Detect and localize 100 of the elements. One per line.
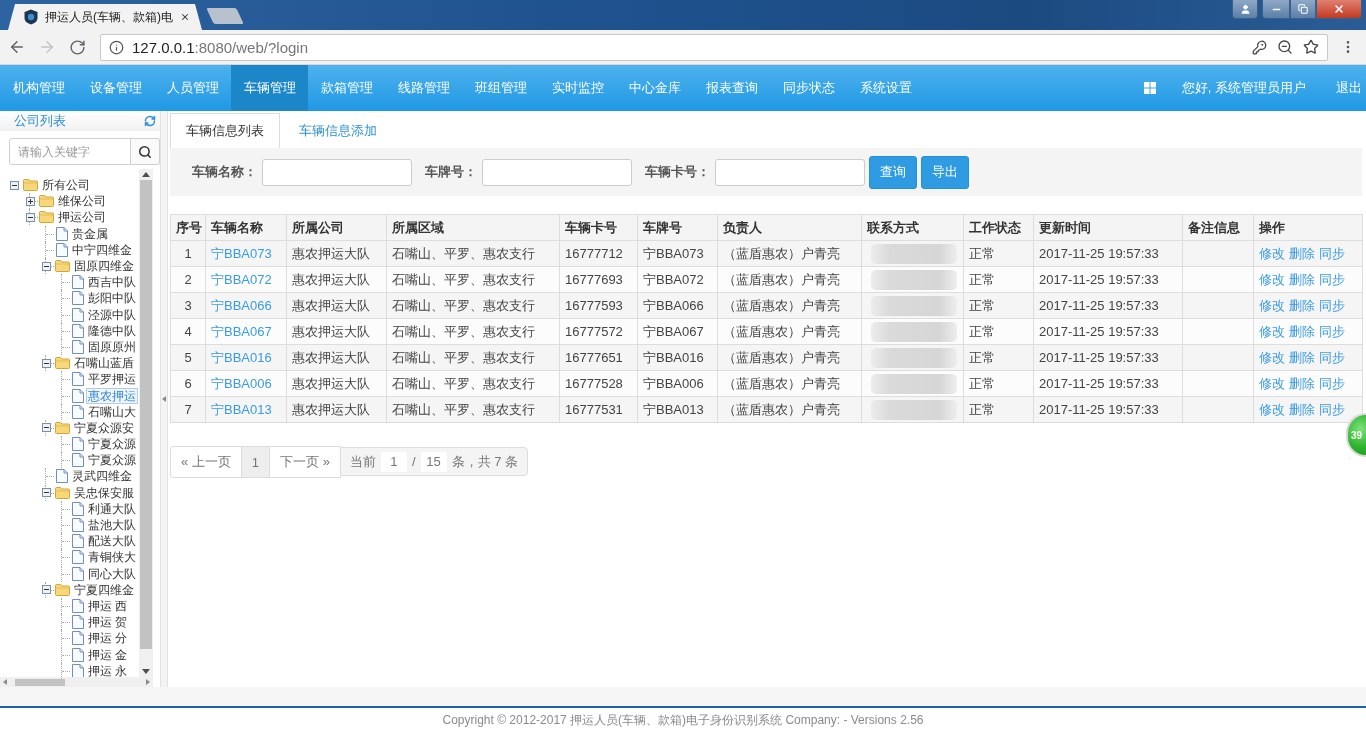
- nav-item[interactable]: 中心金库: [616, 65, 693, 111]
- action-link[interactable]: 修改: [1259, 374, 1285, 393]
- refresh-icon[interactable]: [144, 115, 156, 127]
- nav-item[interactable]: 班组管理: [462, 65, 539, 111]
- tree-item[interactable]: 押运 分: [86, 630, 130, 647]
- tree-item[interactable]: 泾源中队: [86, 306, 138, 323]
- tree-item[interactable]: 石嘴山蓝盾: [72, 355, 136, 372]
- tree-item[interactable]: 押运公司: [56, 209, 108, 226]
- action-link[interactable]: 修改: [1259, 270, 1285, 289]
- nav-item[interactable]: 车辆管理: [231, 65, 308, 111]
- page-button[interactable]: 1: [240, 446, 271, 478]
- collapse-arrow-icon[interactable]: [162, 396, 166, 402]
- minus-box-icon[interactable]: [41, 358, 51, 368]
- nav-item[interactable]: 线路管理: [385, 65, 462, 111]
- minus-box-icon[interactable]: [41, 488, 51, 498]
- search-button[interactable]: [131, 138, 160, 165]
- export-button[interactable]: 导出: [921, 155, 969, 189]
- tree-item[interactable]: 贵金属: [70, 225, 110, 242]
- minus-box-icon[interactable]: [25, 212, 35, 222]
- minus-box-icon[interactable]: [41, 585, 51, 595]
- minus-box-icon[interactable]: [9, 180, 19, 190]
- vertical-scrollbar[interactable]: [139, 169, 153, 677]
- reload-icon[interactable]: [68, 38, 86, 56]
- tree-item[interactable]: 青铜侠大: [86, 549, 138, 566]
- minus-box-icon[interactable]: [41, 423, 51, 433]
- action-link[interactable]: 修改: [1259, 348, 1285, 367]
- zoom-out-icon[interactable]: [1277, 39, 1293, 55]
- tab[interactable]: 车辆信息列表: [170, 113, 280, 148]
- nav-item[interactable]: 报表查询: [693, 65, 770, 111]
- action-link[interactable]: 修改: [1259, 296, 1285, 315]
- action-link[interactable]: 删除: [1289, 322, 1315, 341]
- action-link[interactable]: 删除: [1289, 270, 1315, 289]
- action-link[interactable]: 修改: [1259, 400, 1285, 419]
- action-link[interactable]: 删除: [1289, 400, 1315, 419]
- tree-item[interactable]: 西吉中队: [86, 274, 138, 291]
- nav-item[interactable]: 机构管理: [0, 65, 77, 111]
- plus-box-icon[interactable]: [25, 196, 35, 206]
- key-icon[interactable]: [1252, 39, 1267, 55]
- tree-item[interactable]: 押运 金: [86, 646, 130, 663]
- query-button[interactable]: 查询: [869, 155, 917, 189]
- tree-item[interactable]: 押运 永: [86, 662, 130, 679]
- tree-item[interactable]: 宁夏众源: [86, 436, 138, 453]
- nav-item[interactable]: 人员管理: [154, 65, 231, 111]
- minimize-button[interactable]: [1262, 0, 1290, 19]
- tree-item[interactable]: 宁夏众源: [86, 452, 138, 469]
- tree-item[interactable]: 隆德中队: [86, 322, 138, 339]
- action-link[interactable]: 删除: [1289, 244, 1315, 263]
- action-link[interactable]: 同步: [1319, 270, 1345, 289]
- tree-item[interactable]: 固原原州: [86, 338, 138, 355]
- action-link[interactable]: 同步: [1319, 244, 1345, 263]
- next-page-button[interactable]: 下一页 »: [269, 446, 341, 478]
- profile-button[interactable]: [1232, 0, 1258, 19]
- nav-item[interactable]: 同步状态: [770, 65, 847, 111]
- nav-item[interactable]: 设备管理: [77, 65, 154, 111]
- tree-item[interactable]: 宁夏众源安: [72, 419, 136, 436]
- tree-item[interactable]: 平罗押运: [86, 371, 138, 388]
- close-button[interactable]: [1316, 0, 1362, 19]
- tree-item[interactable]: 宁夏四维金: [72, 581, 136, 598]
- nav-item[interactable]: 款箱管理: [308, 65, 385, 111]
- action-link[interactable]: 同步: [1319, 296, 1345, 315]
- tree-item[interactable]: 维保公司: [56, 193, 108, 210]
- browser-tab[interactable]: 押运人员(车辆、款箱)电: [8, 4, 202, 30]
- tree-item[interactable]: 押运 贺: [86, 614, 130, 631]
- text-field[interactable]: [482, 158, 632, 186]
- page-size-field[interactable]: 15: [420, 451, 447, 472]
- action-link[interactable]: 同步: [1319, 348, 1345, 367]
- logout-link[interactable]: 退出: [1321, 65, 1366, 111]
- action-link[interactable]: 删除: [1289, 296, 1315, 315]
- tree-item[interactable]: 惠农押运: [86, 387, 138, 404]
- restore-button[interactable]: [1290, 0, 1316, 19]
- tree-item[interactable]: 灵武四维金: [70, 468, 134, 485]
- action-link[interactable]: 修改: [1259, 322, 1285, 341]
- page-field[interactable]: 1: [380, 451, 407, 472]
- address-field[interactable]: 127.0.0.1:8080/web/?login: [100, 33, 1328, 61]
- tree-item[interactable]: 吴忠保安服: [72, 484, 136, 501]
- new-tab-button[interactable]: [206, 8, 244, 24]
- action-link[interactable]: 修改: [1259, 244, 1285, 263]
- action-link[interactable]: 同步: [1319, 374, 1345, 393]
- nav-item[interactable]: 系统设置: [847, 65, 924, 111]
- tree-item[interactable]: 配送大队: [86, 533, 138, 550]
- user-greeting[interactable]: 您好, 系统管理员用户: [1168, 65, 1321, 111]
- tree-item[interactable]: 所有公司: [40, 177, 92, 194]
- tree-item[interactable]: 彭阳中队: [86, 290, 138, 307]
- nav-item[interactable]: 实时监控: [539, 65, 616, 111]
- action-link[interactable]: 删除: [1289, 374, 1315, 393]
- text-field[interactable]: [715, 158, 865, 186]
- text-field[interactable]: [262, 158, 412, 186]
- close-icon[interactable]: [180, 11, 190, 23]
- tree-item[interactable]: 利通大队: [86, 500, 138, 517]
- tree-item[interactable]: 石嘴山大: [86, 403, 138, 420]
- tree-item[interactable]: 盐池大队: [86, 517, 138, 534]
- tree-item[interactable]: 固原四维金: [72, 258, 136, 275]
- star-icon[interactable]: [1303, 39, 1319, 55]
- action-link[interactable]: 删除: [1289, 348, 1315, 367]
- action-link[interactable]: 同步: [1319, 322, 1345, 341]
- minus-box-icon[interactable]: [41, 261, 51, 271]
- back-icon[interactable]: [8, 38, 26, 56]
- action-link[interactable]: 同步: [1319, 400, 1345, 419]
- prev-page-button[interactable]: « 上一页: [170, 446, 242, 478]
- floating-badge[interactable]: 39: [1346, 413, 1366, 457]
